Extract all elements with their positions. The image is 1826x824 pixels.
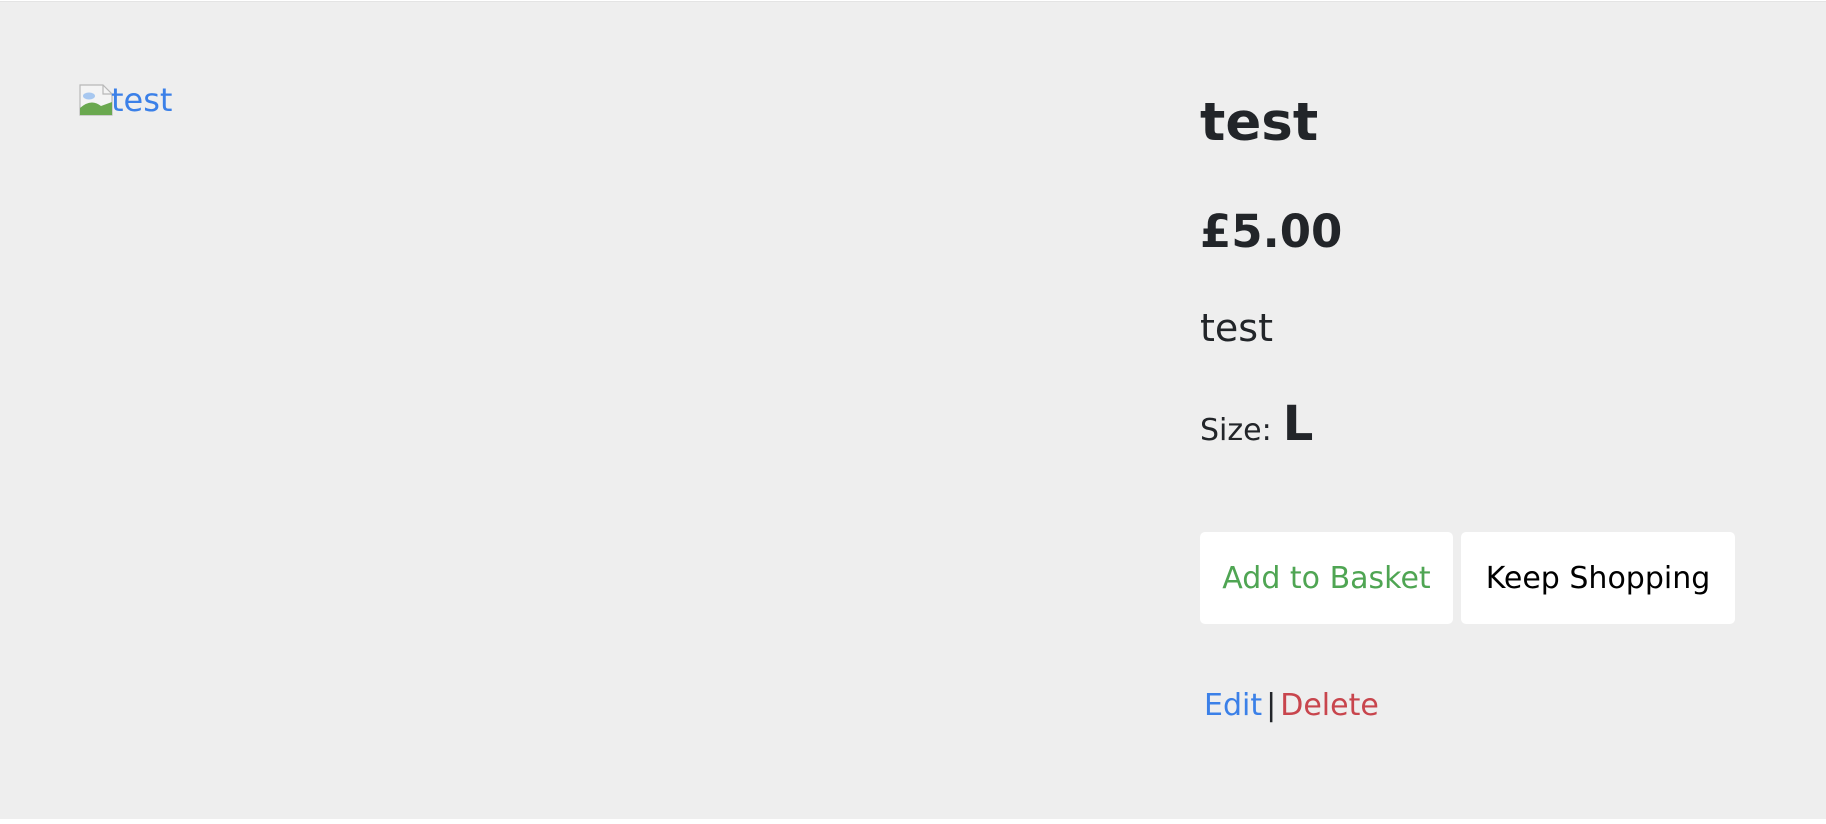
product-detail-page: test test £5.00 test Size: L Add to Bask…	[0, 1, 1826, 819]
keep-shopping-button[interactable]: Keep Shopping	[1461, 532, 1735, 624]
delete-link[interactable]: Delete	[1280, 688, 1379, 723]
size-row: Size: L	[1200, 394, 1313, 465]
add-to-basket-button[interactable]: Add to Basket	[1200, 532, 1453, 624]
product-price: £5.00	[1200, 205, 1343, 258]
product-image-alt-text: test	[111, 81, 173, 119]
product-image-link[interactable]: test	[79, 84, 172, 116]
link-separator: |	[1266, 688, 1277, 723]
size-value: L	[1282, 396, 1314, 452]
product-description: test	[1200, 306, 1273, 350]
product-title: test	[1200, 92, 1319, 153]
broken-image-icon	[79, 84, 113, 116]
admin-actions: Edit | Delete	[1204, 686, 1379, 726]
size-label: Size:	[1200, 413, 1272, 448]
edit-link[interactable]: Edit	[1204, 688, 1262, 723]
